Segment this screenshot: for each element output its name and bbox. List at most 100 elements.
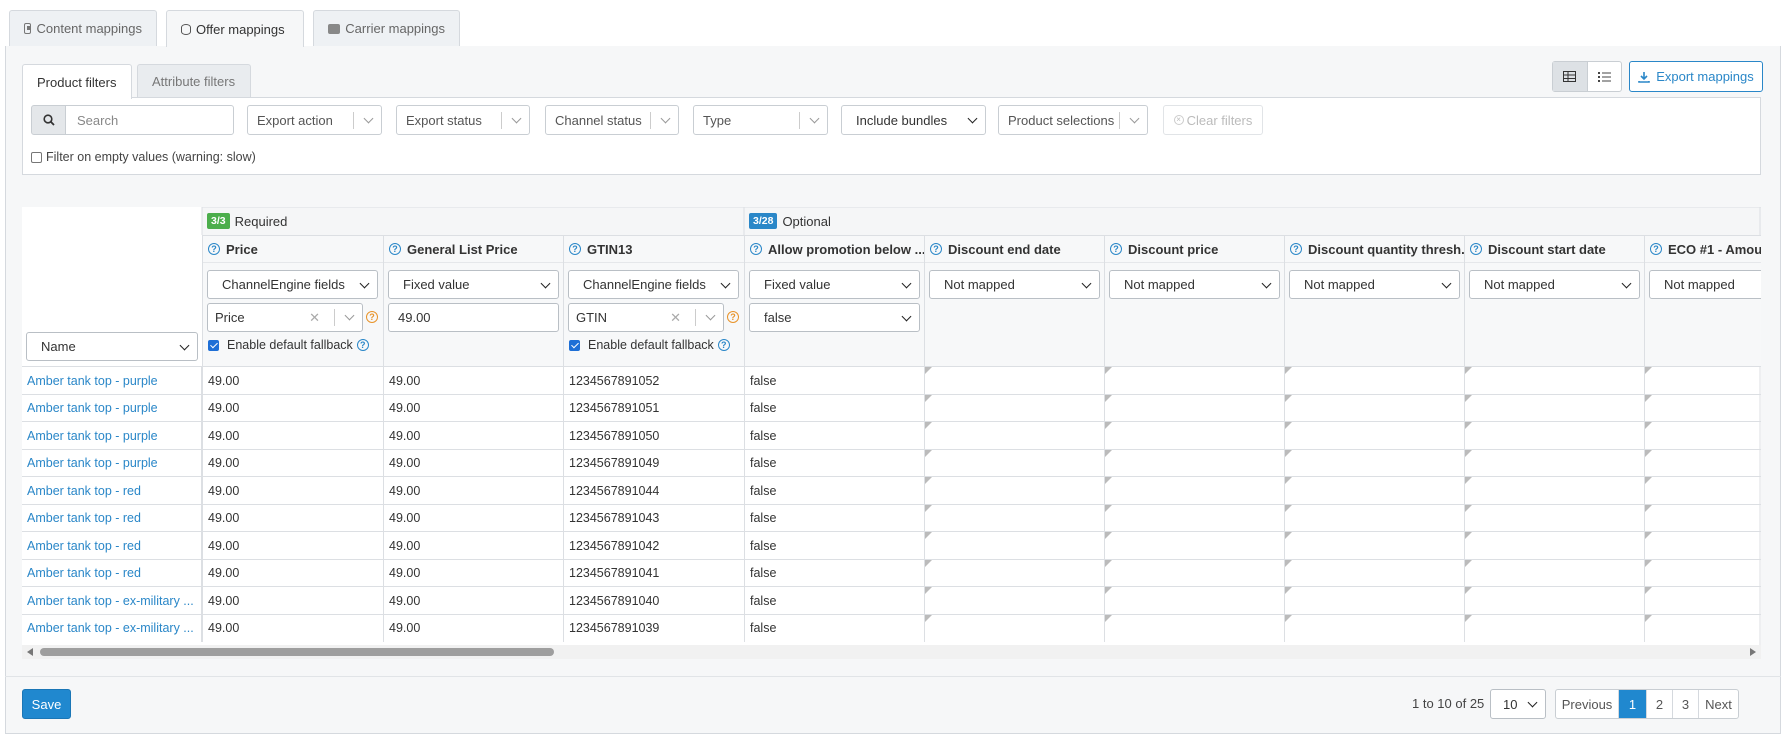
table-cell[interactable]: 49.00 — [383, 422, 563, 449]
empty-cell[interactable] — [1644, 477, 1761, 504]
warning-help-icon[interactable]: ? — [727, 311, 739, 323]
clear-icon[interactable]: ✕ — [670, 310, 681, 326]
tab-content-mappings[interactable]: Content mappings — [9, 10, 157, 46]
checkbox[interactable] — [31, 151, 42, 163]
table-cell[interactable]: 49.00 — [383, 449, 563, 477]
empty-cell[interactable] — [1284, 394, 1464, 422]
empty-cell[interactable] — [924, 559, 1104, 587]
empty-cell[interactable] — [924, 449, 1104, 477]
table-cell[interactable]: 49.00 — [383, 614, 563, 642]
search-button[interactable] — [31, 105, 66, 135]
empty-cell[interactable] — [924, 422, 1104, 449]
empty-cell[interactable] — [1284, 559, 1464, 587]
product-name-link[interactable]: Amber tank top - red — [22, 532, 202, 559]
table-cell[interactable]: 1234567891042 — [563, 532, 744, 559]
product-name-link[interactable]: Amber tank top - red — [22, 504, 202, 532]
source-select[interactable]: ChannelEngine fields — [207, 270, 378, 299]
table-cell[interactable]: 49.00 — [383, 477, 563, 504]
fixed-value-input[interactable]: 49.00 — [388, 303, 559, 332]
empty-cell[interactable] — [1104, 367, 1284, 394]
field-combobox[interactable]: GTIN ✕ — [568, 303, 724, 332]
help-icon[interactable]: ? — [569, 243, 581, 255]
table-cell[interactable]: 49.00 — [202, 587, 383, 614]
name-column-select[interactable]: Name — [26, 332, 198, 361]
list-view-button[interactable] — [1588, 62, 1622, 91]
table-cell[interactable]: false — [744, 449, 924, 477]
export-status-filter[interactable]: Export status — [396, 105, 530, 135]
empty-cell[interactable] — [924, 504, 1104, 532]
table-cell[interactable]: 49.00 — [383, 394, 563, 422]
table-cell[interactable]: false — [744, 477, 924, 504]
help-icon[interactable]: ? — [930, 243, 942, 255]
tab-product-filters[interactable]: Product filters — [22, 64, 132, 99]
empty-cell[interactable] — [1464, 422, 1644, 449]
source-select[interactable]: Not mapped — [1649, 270, 1761, 299]
empty-cell[interactable] — [924, 587, 1104, 614]
table-cell[interactable]: 49.00 — [383, 587, 563, 614]
fixed-value-select[interactable]: false — [749, 303, 920, 332]
empty-cell[interactable] — [1644, 449, 1761, 477]
help-icon[interactable]: ? — [1290, 243, 1302, 255]
tab-carrier-mappings[interactable]: Carrier mappings — [313, 10, 460, 46]
empty-cell[interactable] — [1284, 504, 1464, 532]
help-icon[interactable]: ? — [389, 243, 401, 255]
source-select[interactable]: Fixed value — [749, 270, 920, 299]
empty-cell[interactable] — [924, 532, 1104, 559]
field-combobox[interactable]: Price ✕ — [207, 303, 363, 332]
empty-cell[interactable] — [1464, 504, 1644, 532]
product-name-link[interactable]: Amber tank top - ex-military ... — [22, 587, 202, 614]
table-cell[interactable]: 1234567891049 — [563, 449, 744, 477]
product-selections-filter[interactable]: Product selections — [998, 105, 1148, 135]
empty-cell[interactable] — [924, 614, 1104, 642]
empty-cell[interactable] — [1464, 367, 1644, 394]
next-page-button[interactable]: Next — [1698, 690, 1738, 718]
table-cell[interactable]: 49.00 — [202, 449, 383, 477]
empty-cell[interactable] — [1284, 422, 1464, 449]
empty-cell[interactable] — [1104, 614, 1284, 642]
tab-offer-mappings[interactable]: Offer mappings — [166, 10, 304, 47]
empty-cell[interactable] — [1464, 614, 1644, 642]
product-name-link[interactable]: Amber tank top - purple — [22, 367, 202, 394]
default-fallback-checkbox[interactable]: Enable default fallback? — [208, 338, 375, 352]
table-cell[interactable]: 49.00 — [202, 477, 383, 504]
export-mappings-button[interactable]: Export mappings — [1629, 61, 1763, 92]
help-icon[interactable]: ? — [356, 339, 369, 351]
empty-cell[interactable] — [1464, 559, 1644, 587]
empty-cell[interactable] — [1104, 449, 1284, 477]
source-select[interactable]: Not mapped — [1469, 270, 1640, 299]
table-cell[interactable]: 49.00 — [202, 532, 383, 559]
table-cell[interactable]: 1234567891039 — [563, 614, 744, 642]
help-icon[interactable]: ? — [208, 243, 220, 255]
table-cell[interactable]: false — [744, 422, 924, 449]
help-icon[interactable]: ? — [1650, 243, 1662, 255]
include-bundles-select[interactable]: Include bundles — [841, 105, 986, 135]
empty-cell[interactable] — [924, 394, 1104, 422]
table-cell[interactable]: 1234567891041 — [563, 559, 744, 587]
table-cell[interactable]: false — [744, 504, 924, 532]
type-filter[interactable]: Type — [693, 105, 828, 135]
scroll-right-icon[interactable] — [1750, 648, 1756, 656]
empty-cell[interactable] — [1284, 449, 1464, 477]
empty-cell[interactable] — [1284, 367, 1464, 394]
page-2-button[interactable]: 2 — [1646, 690, 1672, 718]
table-cell[interactable]: 1234567891050 — [563, 422, 744, 449]
table-cell[interactable]: 1234567891043 — [563, 504, 744, 532]
source-select[interactable]: Not mapped — [1109, 270, 1280, 299]
checkbox[interactable] — [208, 339, 219, 351]
table-cell[interactable]: 1234567891052 — [563, 367, 744, 394]
source-select[interactable]: Fixed value — [388, 270, 559, 299]
empty-cell[interactable] — [1464, 532, 1644, 559]
empty-cell[interactable] — [1644, 504, 1761, 532]
product-name-link[interactable]: Amber tank top - red — [22, 559, 202, 587]
table-cell[interactable]: 1234567891044 — [563, 477, 744, 504]
table-cell[interactable]: 1234567891040 — [563, 587, 744, 614]
grid-view-button[interactable] — [1553, 62, 1588, 91]
table-cell[interactable]: 49.00 — [383, 532, 563, 559]
empty-cell[interactable] — [924, 477, 1104, 504]
scroll-left-icon[interactable] — [27, 648, 33, 656]
channel-status-filter[interactable]: Channel status — [545, 105, 679, 135]
checkbox[interactable] — [569, 339, 580, 351]
table-cell[interactable]: 49.00 — [202, 394, 383, 422]
help-icon[interactable]: ? — [1470, 243, 1482, 255]
table-cell[interactable]: 49.00 — [202, 559, 383, 587]
